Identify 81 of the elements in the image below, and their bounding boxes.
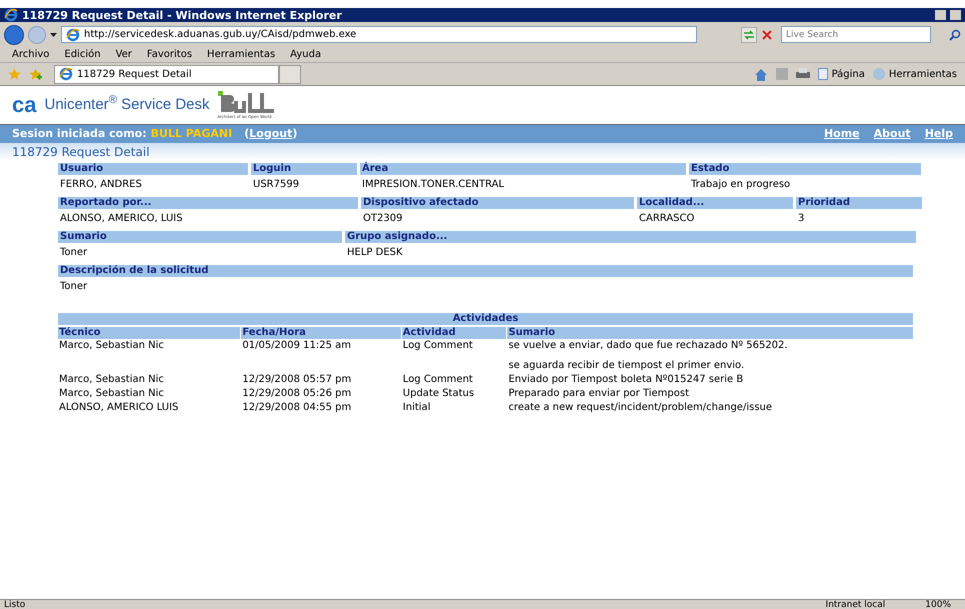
field-value: OT2309 bbox=[362, 212, 404, 226]
browser-tab[interactable]: 118729 Request Detail bbox=[54, 64, 279, 84]
table-cell-text: se vuelve a enviar, dado que fue rechazado Nº 565202. bbox=[508, 339, 789, 352]
zone-text: Intranet local bbox=[826, 600, 886, 609]
browser-icon bbox=[4, 8, 18, 22]
field-value: USR7599 bbox=[252, 178, 300, 192]
stop-icon[interactable] bbox=[761, 28, 773, 40]
session-user: BULL PAGANI bbox=[150, 126, 232, 142]
column-header: Sumario bbox=[507, 327, 913, 339]
field-value: Trabajo en progreso bbox=[690, 178, 792, 192]
menu-item[interactable]: Archivo bbox=[12, 47, 50, 62]
favorites-star-icon[interactable] bbox=[8, 68, 21, 80]
ca-logo: ca bbox=[12, 94, 36, 116]
field-label: Estado bbox=[689, 163, 921, 175]
search-icon[interactable] bbox=[949, 28, 961, 40]
search-field[interactable]: Live Search bbox=[781, 26, 931, 43]
table-cell-text: se aguarda recibir de tiempost el primer envio. bbox=[508, 359, 746, 372]
command-button[interactable]: Página bbox=[818, 66, 865, 82]
field-label: Área bbox=[360, 163, 686, 175]
field-label: Prioridad bbox=[796, 197, 922, 209]
menu-item[interactable]: Ver bbox=[116, 47, 132, 62]
printer-icon[interactable] bbox=[796, 68, 810, 80]
field-label: Reportado por... bbox=[58, 197, 358, 209]
page-icon bbox=[66, 28, 80, 42]
status-text: Listo bbox=[4, 600, 26, 609]
product-name: Unicenter$^{®}$ Service Desk bbox=[44, 94, 210, 115]
address-field[interactable]: http://servicedesk.aduanas.gub.uy/CAisd/pdmweb.exe bbox=[61, 26, 697, 43]
table-cell: Log Comment bbox=[402, 374, 473, 385]
table-cell: Update Status bbox=[402, 388, 474, 399]
field-label: Descripción de la solicitud bbox=[58, 265, 913, 277]
add-favorite-icon[interactable] bbox=[29, 68, 42, 80]
field-label: Usuario bbox=[58, 163, 248, 175]
table-cell-text: create a new request/incident/problem/change/issue bbox=[508, 401, 774, 414]
menu-item[interactable]: Ayuda bbox=[290, 47, 322, 62]
url-text: http://servicedesk.aduanas.gub.uy/CAisd/pdmweb.exe bbox=[84, 28, 356, 42]
field-value: Toner bbox=[59, 246, 88, 260]
column-header: Fecha/Hora bbox=[241, 327, 401, 339]
back-button[interactable] bbox=[4, 24, 24, 44]
caret-icon[interactable] bbox=[50, 32, 57, 36]
table-cell: Initial bbox=[402, 402, 430, 413]
field-value: CARRASCO bbox=[638, 212, 696, 226]
page-icon bbox=[59, 67, 73, 81]
table-cell: 12/29/2008 04:55 pm bbox=[242, 402, 352, 413]
table-cell: 12/29/2008 05:26 pm bbox=[242, 388, 352, 399]
field-value: HELP DESK bbox=[346, 246, 404, 260]
field-value: 3 bbox=[797, 212, 806, 226]
partner-logo bbox=[218, 91, 276, 115]
field-value: IMPRESION.TONER.CENTRAL bbox=[361, 178, 506, 192]
page-title: 118729 Request Detail bbox=[12, 144, 150, 160]
field-label: Loguin bbox=[251, 163, 357, 175]
window-title: 118729 Request Detail - Windows Internet Explorer bbox=[22, 10, 342, 20]
table-cell: Marco, Sebastian Nic bbox=[59, 374, 164, 385]
field-label: Dispositivo afectado bbox=[361, 197, 634, 209]
field-label: Grupo asignado... bbox=[345, 231, 916, 243]
logout-open: ( bbox=[244, 126, 250, 142]
menu-item[interactable]: Favoritos bbox=[146, 47, 192, 62]
field-value: Toner bbox=[59, 280, 88, 294]
table-cell: Log Comment bbox=[402, 340, 473, 351]
menu-item[interactable]: Edición bbox=[64, 47, 101, 62]
table-cell-text: Enviado por Tiempost boleta Nº015247 serie B bbox=[508, 373, 744, 386]
table-cell: Marco, Sebastian Nic bbox=[59, 388, 164, 399]
field-label: Sumario bbox=[58, 231, 342, 243]
field-label: Localidad... bbox=[637, 197, 793, 209]
new-tab-button[interactable] bbox=[279, 64, 301, 84]
column-header: Actividad bbox=[402, 327, 506, 339]
logout-close: ) bbox=[292, 126, 298, 142]
table-cell-text: Preparado para enviar por Tiempost bbox=[508, 387, 690, 400]
command-button[interactable]: Herramientas bbox=[872, 66, 957, 82]
column-header: Técnico bbox=[58, 327, 240, 339]
field-value: FERRO, ANDRES bbox=[59, 178, 143, 192]
home-icon[interactable] bbox=[754, 68, 768, 80]
refresh-icon[interactable] bbox=[741, 26, 757, 42]
table-cell: ALONSO, AMERICO LUIS bbox=[59, 402, 178, 413]
session-label: Sesion iniciada como: bbox=[12, 126, 147, 142]
table-cell: Marco, Sebastian Nic bbox=[59, 340, 164, 351]
table-cell: 12/29/2008 05:57 pm bbox=[242, 374, 352, 385]
section-header: Actividades bbox=[58, 313, 913, 325]
zoom-text: 100% bbox=[925, 600, 951, 609]
table-cell: 01/05/2009 11:25 am bbox=[242, 340, 352, 351]
field-value: ALONSO, AMERICO, LUIS bbox=[59, 212, 184, 226]
menu-item[interactable]: Herramientas bbox=[207, 47, 276, 62]
